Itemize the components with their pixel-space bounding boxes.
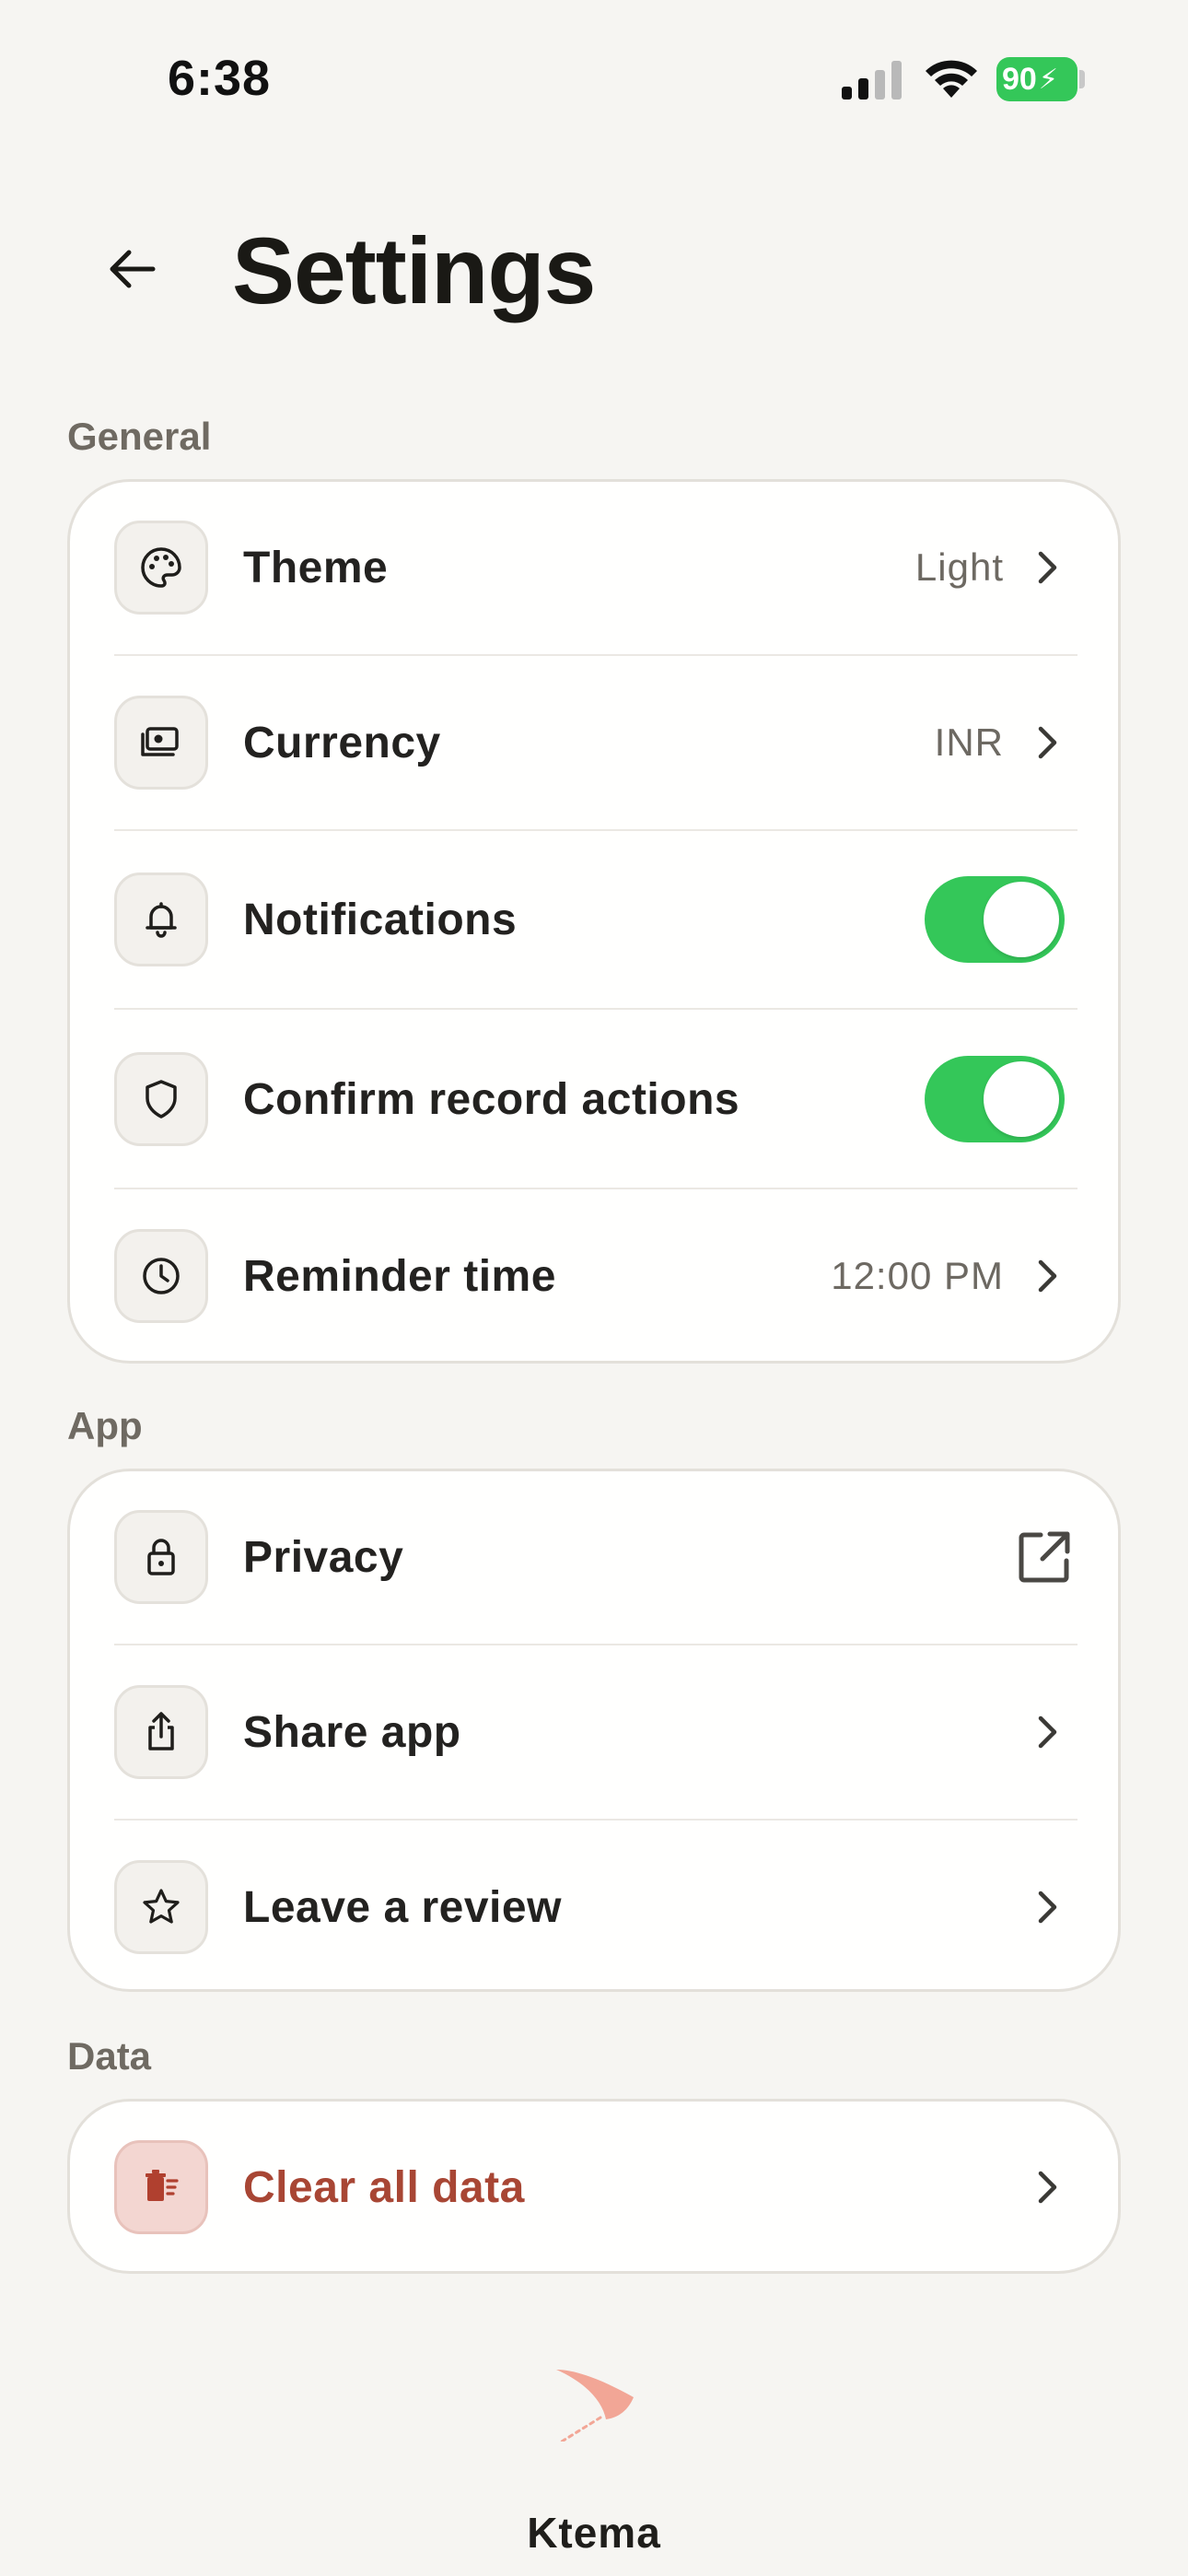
- status-bar: 6:38 90 ⚡: [0, 0, 1188, 157]
- reminder-time-row[interactable]: Reminder time 12:00 PM: [114, 1229, 1077, 1323]
- divider: [114, 1819, 1077, 1821]
- notifications-toggle[interactable]: [925, 876, 1065, 963]
- general-settings-card: Theme Light Currency INR Notifications C…: [67, 479, 1121, 1364]
- battery-indicator: 90 ⚡: [996, 57, 1077, 101]
- section-label-app: App: [67, 1404, 143, 1447]
- divider: [114, 1644, 1077, 1645]
- confirm-actions-row: Confirm record actions: [114, 1052, 1077, 1146]
- reminder-time-label: Reminder time: [243, 1251, 556, 1301]
- theme-row[interactable]: Theme Light: [114, 521, 1077, 615]
- star-icon: [114, 1860, 208, 1954]
- chevron-right-icon: [1031, 2167, 1065, 2207]
- theme-label: Theme: [243, 543, 389, 592]
- confirm-actions-label: Confirm record actions: [243, 1074, 740, 1124]
- cellular-signal-icon: [842, 61, 902, 100]
- shield-icon: [114, 1052, 208, 1146]
- privacy-label: Privacy: [243, 1532, 404, 1582]
- divider: [114, 829, 1077, 831]
- trash-icon: [114, 2140, 208, 2234]
- chevron-right-icon: [1031, 722, 1065, 763]
- arrow-left-icon: [110, 250, 156, 288]
- app-name: Ktema: [527, 2509, 661, 2557]
- toggle-knob: [984, 882, 1059, 957]
- status-time: 6:38: [168, 51, 272, 106]
- charging-bolt-icon: ⚡: [1038, 64, 1058, 95]
- chevron-right-icon: [1031, 1712, 1065, 1752]
- notifications-label: Notifications: [243, 895, 518, 944]
- battery-level: 90: [1002, 61, 1037, 97]
- divider: [114, 1188, 1077, 1189]
- toggle-knob: [984, 1061, 1059, 1137]
- currency-value: INR: [934, 720, 1004, 764]
- bell-icon: [114, 872, 208, 966]
- currency-label: Currency: [243, 718, 441, 767]
- app-settings-card: Privacy Share app Leave a review: [67, 1469, 1121, 1992]
- app-logo-icon: [556, 2370, 634, 2441]
- clear-all-data-label: Clear all data: [243, 2162, 525, 2212]
- leave-review-row[interactable]: Leave a review: [114, 1860, 1077, 1954]
- leave-review-label: Leave a review: [243, 1882, 562, 1932]
- back-button[interactable]: [96, 232, 169, 306]
- currency-row[interactable]: Currency INR: [114, 696, 1077, 790]
- section-label-data: Data: [67, 2034, 152, 2078]
- wifi-icon: [926, 60, 977, 98]
- chevron-right-icon: [1031, 1887, 1065, 1927]
- share-icon: [114, 1685, 208, 1779]
- page-title: Settings: [232, 218, 596, 323]
- clear-all-data-row[interactable]: Clear all data: [114, 2140, 1077, 2234]
- section-label-general: General: [67, 415, 212, 458]
- share-app-row[interactable]: Share app: [114, 1685, 1077, 1779]
- palette-icon: [114, 521, 208, 615]
- share-app-label: Share app: [243, 1707, 461, 1757]
- lock-icon: [114, 1510, 208, 1604]
- banknote-icon: [114, 696, 208, 790]
- notifications-row: Notifications: [114, 872, 1077, 966]
- clock-icon: [114, 1229, 208, 1323]
- divider: [114, 654, 1077, 656]
- divider: [114, 1008, 1077, 1010]
- privacy-row[interactable]: Privacy: [114, 1510, 1077, 1604]
- data-settings-card: Clear all data: [67, 2099, 1121, 2274]
- chevron-right-icon: [1031, 1256, 1065, 1296]
- battery-tip: [1079, 70, 1085, 88]
- chevron-right-icon: [1031, 547, 1065, 588]
- external-link-icon: [1017, 1529, 1072, 1585]
- reminder-time-value: 12:00 PM: [831, 1254, 1004, 1297]
- confirm-actions-toggle[interactable]: [925, 1056, 1065, 1142]
- theme-value: Light: [914, 545, 1004, 589]
